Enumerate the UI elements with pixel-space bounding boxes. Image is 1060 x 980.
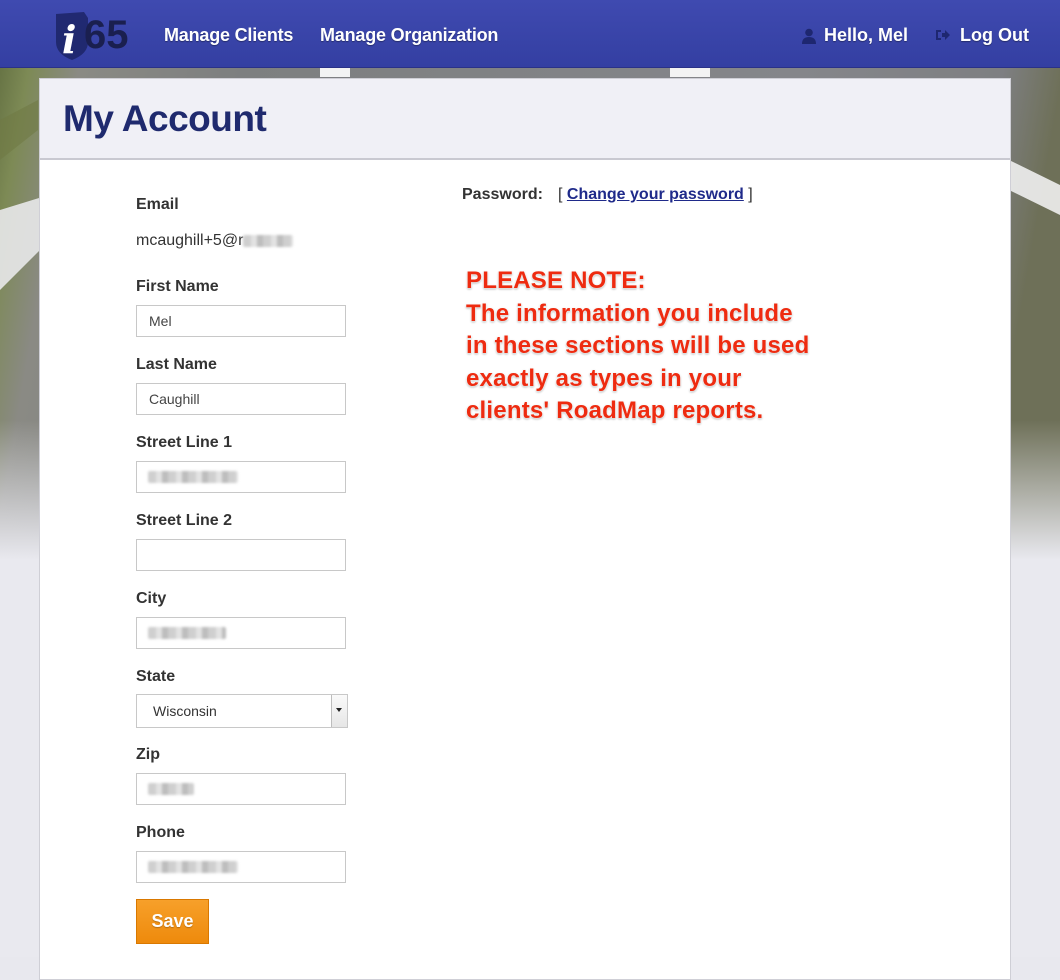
nav-manage-organization[interactable]: Manage Organization [320,25,498,46]
last-name-field[interactable] [136,383,346,415]
email-redacted [243,234,294,247]
greeting-text: Hello, Mel [824,25,909,45]
page-title: My Account [63,98,267,139]
zip-label: Zip [136,746,160,763]
city-redacted [148,627,226,639]
street-line-2-field[interactable] [136,539,346,571]
note-line: in these sections will be used [466,332,810,359]
phone-label: Phone [136,824,185,841]
first-name-label: First Name [136,278,219,295]
change-password-link[interactable]: Change your password [567,186,744,203]
note-line: clients' RoadMap reports. [466,397,764,424]
first-name-field[interactable] [136,305,346,337]
note-line: exactly as types in your [466,364,742,392]
email-value: mcaughill+5@r [136,232,294,250]
note-line: PLEASE NOTE: [466,267,646,294]
i65-logo[interactable]: i 65 [44,8,149,62]
panel-header: My Account [40,79,1010,160]
chevron-down-icon[interactable] [331,695,347,727]
top-nav-bar: i 65 Manage Clients Manage Organization … [0,0,1060,68]
street-line-1-redacted [148,471,238,483]
logout-icon [936,30,950,40]
email-label: Email [136,196,179,213]
nav-manage-clients[interactable]: Manage Clients [164,25,293,46]
svg-text:i: i [62,17,76,62]
note-line: The information you include [466,299,793,327]
email-text: mcaughill+5@r [136,232,244,249]
phone-redacted [148,861,238,873]
password-label: Password: [462,186,543,203]
zip-redacted [148,783,194,795]
city-label: City [136,590,167,607]
street-line-1-label: Street Line 1 [136,434,233,451]
bracket-open: [ [558,186,563,203]
state-selected-value: Wisconsin [153,703,217,719]
logout-text: Log Out [960,25,1029,45]
user-icon [802,28,816,44]
street-line-2-label: Street Line 2 [136,512,233,529]
please-note-annotation: PLEASE NOTE: The information you include… [466,265,886,428]
bracket-close: ] [748,186,753,203]
account-panel: My Account Email mcaughill+5@r First Nam… [39,78,1011,980]
state-select[interactable]: Wisconsin [136,694,348,728]
save-button[interactable]: Save [136,899,209,944]
last-name-label: Last Name [136,356,217,373]
svg-text:65: 65 [84,13,129,57]
state-label: State [136,668,176,685]
change-password-wrapper: [ Change your password ] [558,186,753,204]
